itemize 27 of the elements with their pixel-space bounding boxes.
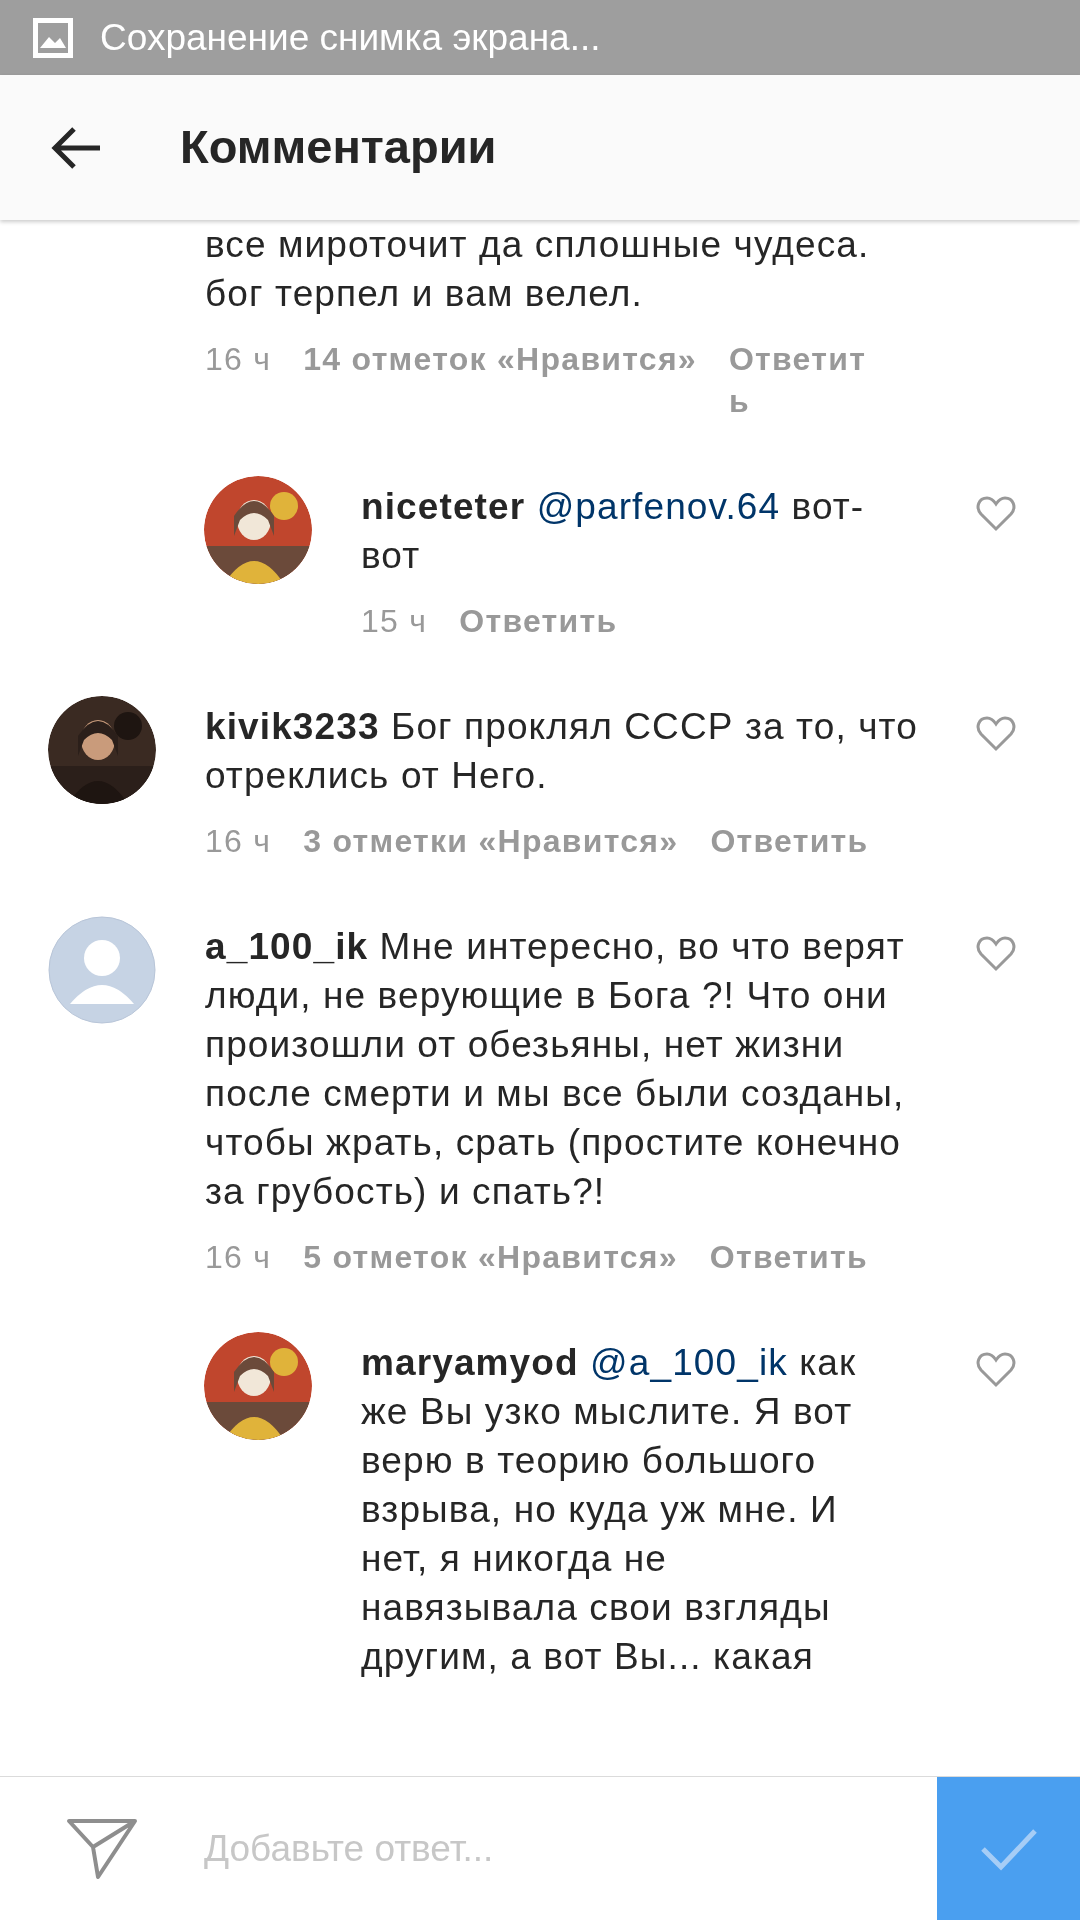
- timestamp: 16 ч: [205, 822, 272, 861]
- heart-icon[interactable]: [976, 936, 1016, 972]
- reply-link[interactable]: Ответить: [459, 600, 618, 642]
- default-avatar-icon: [48, 916, 156, 1024]
- reply-link[interactable]: Ответить: [728, 338, 885, 422]
- comment-text: kivik3233 Бог проклял СССР за то, что отреклись от Него.: [205, 705, 919, 798]
- comment-text: все мироточит да сплошные чудеса. бог терпел и вам велел.: [205, 223, 871, 316]
- notification-text: Сохранение снимка экрана...: [100, 15, 601, 60]
- comment-text: a_100_ik Мне интересно, во что верят люди, не верующие в Бога ?! Что они произошли от обезьяны, нет жизни после смерти и мы все были созданы, чтобы жрать, срать (простите конечно за грубость) и спать?!: [205, 925, 906, 1214]
- heart-icon[interactable]: [976, 716, 1016, 752]
- page-title: Комментарии: [180, 119, 497, 176]
- heart-icon[interactable]: [976, 496, 1016, 532]
- likes-count-link[interactable]: 14 отметок «Нравится»: [303, 338, 697, 380]
- image-icon: [32, 16, 74, 59]
- send-icon: [66, 1816, 138, 1881]
- likes-count-link[interactable]: 3 отметки «Нравится»: [303, 820, 679, 862]
- comment-text: niceteter @parfenov.64 вот-вот: [361, 485, 866, 578]
- likes-count-link[interactable]: 5 отметок «Нравится»: [303, 1236, 678, 1278]
- reply-link[interactable]: Ответить: [710, 820, 869, 862]
- reply-input[interactable]: Добавьте ответ...: [204, 1777, 937, 1920]
- heart-icon[interactable]: [976, 1352, 1016, 1388]
- timestamp: 15 ч: [361, 602, 428, 641]
- back-arrow-icon: [50, 125, 102, 170]
- comment-text: maryamyod @a_100_ik как же Вы узко мыслите. Я вот верю в теорию большого взрыва, но куда уж мне. И нет, я никогда не навязывала свои взгляды другим, а вот Вы... какая: [361, 1341, 858, 1679]
- timestamp: 16 ч: [205, 1238, 272, 1277]
- reply-link[interactable]: Ответить: [709, 1236, 868, 1278]
- timestamp: 16 ч: [205, 340, 272, 379]
